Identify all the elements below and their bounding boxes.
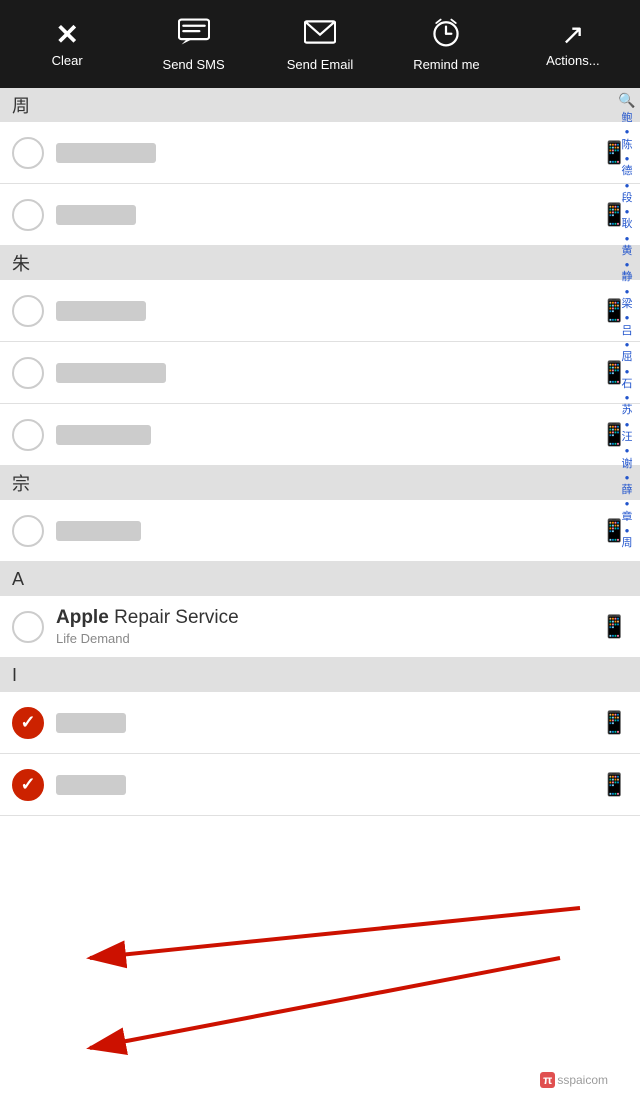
- index-item[interactable]: 段: [622, 191, 633, 206]
- index-item[interactable]: 黄: [622, 244, 633, 259]
- checkbox-c3[interactable]: [12, 295, 44, 327]
- toolbar: ✕ Clear Send SMS Send Email: [0, 0, 640, 88]
- contact-info: [56, 300, 593, 321]
- contact-info: [56, 204, 593, 225]
- checkbox-c5[interactable]: [12, 419, 44, 451]
- contact-name: [56, 204, 593, 225]
- index-dot: ●: [625, 259, 630, 270]
- index-dot: ●: [625, 392, 630, 403]
- section-header-zong: 宗: [0, 466, 640, 500]
- index-dot: ●: [625, 498, 630, 509]
- alarm-icon: [430, 16, 462, 53]
- send-sms-label: Send SMS: [163, 57, 225, 72]
- index-item[interactable]: 周: [622, 536, 633, 551]
- contact-name-apple: Apple Repair Service: [56, 607, 593, 629]
- index-item[interactable]: 苏: [622, 403, 633, 418]
- remind-me-button[interactable]: Remind me: [383, 0, 509, 88]
- index-dot: ●: [625, 366, 630, 377]
- index-dot: ●: [625, 525, 630, 536]
- section-header-a: A: [0, 562, 640, 596]
- contact-name: [56, 774, 593, 795]
- contact-name-rest: Repair Service: [114, 607, 239, 628]
- checkbox-c8[interactable]: [12, 707, 44, 739]
- contact-info: [56, 774, 593, 795]
- contact-info: [56, 142, 593, 163]
- contact-name: [56, 424, 593, 445]
- search-index-icon[interactable]: 🔍: [618, 92, 635, 109]
- index-item[interactable]: 陈: [622, 138, 633, 153]
- table-row[interactable]: 📱: [0, 122, 640, 184]
- clear-label: Clear: [52, 53, 83, 68]
- index-dot: ●: [625, 419, 630, 430]
- contact-name-bold: Apple: [56, 607, 109, 628]
- contact-list: 周 📱 📱 朱: [0, 88, 640, 1096]
- main-area: 周 📱 📱 朱: [0, 88, 640, 1096]
- contact-name: [56, 520, 593, 541]
- checkbox-c7[interactable]: [12, 611, 44, 643]
- checkbox-c2[interactable]: [12, 199, 44, 231]
- table-row[interactable]: 📱: [0, 692, 640, 754]
- actions-button[interactable]: ↗ Actions...: [510, 0, 636, 88]
- index-item[interactable]: 屈: [622, 350, 633, 365]
- index-dot: ●: [625, 180, 630, 191]
- contact-info: [56, 424, 593, 445]
- section-header-i: I: [0, 658, 640, 692]
- email-icon: [304, 16, 336, 53]
- contact-info: [56, 520, 593, 541]
- index-dot: ●: [625, 339, 630, 350]
- contact-name: [56, 712, 593, 733]
- send-email-button[interactable]: Send Email: [257, 0, 383, 88]
- contact-subtitle: Life Demand: [56, 631, 593, 646]
- index-item[interactable]: 吕: [622, 324, 633, 339]
- sms-icon: [178, 16, 210, 53]
- index-dot: ●: [625, 472, 630, 483]
- contact-info: [56, 362, 593, 383]
- index-sidebar: 🔍 鲍 ● 陈 ● 德 ● 段 ● 耿 ● 黄 ● 静 ● 梁 ● 吕 ● 屈 …: [614, 88, 640, 1096]
- index-dot: ●: [625, 233, 630, 244]
- table-row[interactable]: 📱: [0, 184, 640, 246]
- table-row[interactable]: 📱: [0, 404, 640, 466]
- x-icon: ✕: [55, 21, 78, 49]
- send-email-label: Send Email: [287, 57, 353, 72]
- index-item[interactable]: 静: [622, 270, 633, 285]
- index-item[interactable]: 石: [622, 377, 633, 392]
- section-header-zhu: 朱: [0, 246, 640, 280]
- table-row[interactable]: 📱: [0, 754, 640, 816]
- index-item[interactable]: 谢: [622, 457, 633, 472]
- index-dot: ●: [625, 312, 630, 323]
- table-row[interactable]: 📱: [0, 280, 640, 342]
- clear-button[interactable]: ✕ Clear: [4, 0, 130, 88]
- index-dot: ●: [625, 206, 630, 217]
- remind-me-label: Remind me: [413, 57, 479, 72]
- index-dot: ●: [625, 286, 630, 297]
- checkbox-c6[interactable]: [12, 515, 44, 547]
- trend-icon: ↗: [561, 21, 584, 49]
- checkbox-c9[interactable]: [12, 769, 44, 801]
- index-item[interactable]: 鲍: [622, 111, 633, 126]
- watermark-text: sspaicom: [557, 1073, 608, 1087]
- index-dot: ●: [625, 445, 630, 456]
- actions-label: Actions...: [546, 53, 599, 68]
- checkbox-c4[interactable]: [12, 357, 44, 389]
- send-sms-button[interactable]: Send SMS: [130, 0, 256, 88]
- index-item[interactable]: 耿: [622, 217, 633, 232]
- index-item[interactable]: 薛: [622, 483, 633, 498]
- contact-info: Apple Repair Service Life Demand: [56, 607, 593, 646]
- index-item[interactable]: 梁: [622, 297, 633, 312]
- index-item[interactable]: 章: [622, 510, 633, 525]
- contact-info: [56, 712, 593, 733]
- checkbox-c1[interactable]: [12, 137, 44, 169]
- index-item[interactable]: 德: [622, 164, 633, 179]
- index-dot: ●: [625, 153, 630, 164]
- contact-name: [56, 300, 593, 321]
- contact-name: [56, 142, 593, 163]
- section-header-zhou: 周: [0, 88, 640, 122]
- table-row[interactable]: Apple Repair Service Life Demand 📱: [0, 596, 640, 658]
- table-row[interactable]: 📱: [0, 342, 640, 404]
- index-item[interactable]: 汪: [622, 430, 633, 445]
- index-dot: ●: [625, 126, 630, 137]
- watermark: π sspaicom: [540, 1072, 608, 1088]
- table-row[interactable]: 📱: [0, 500, 640, 562]
- contact-name: [56, 362, 593, 383]
